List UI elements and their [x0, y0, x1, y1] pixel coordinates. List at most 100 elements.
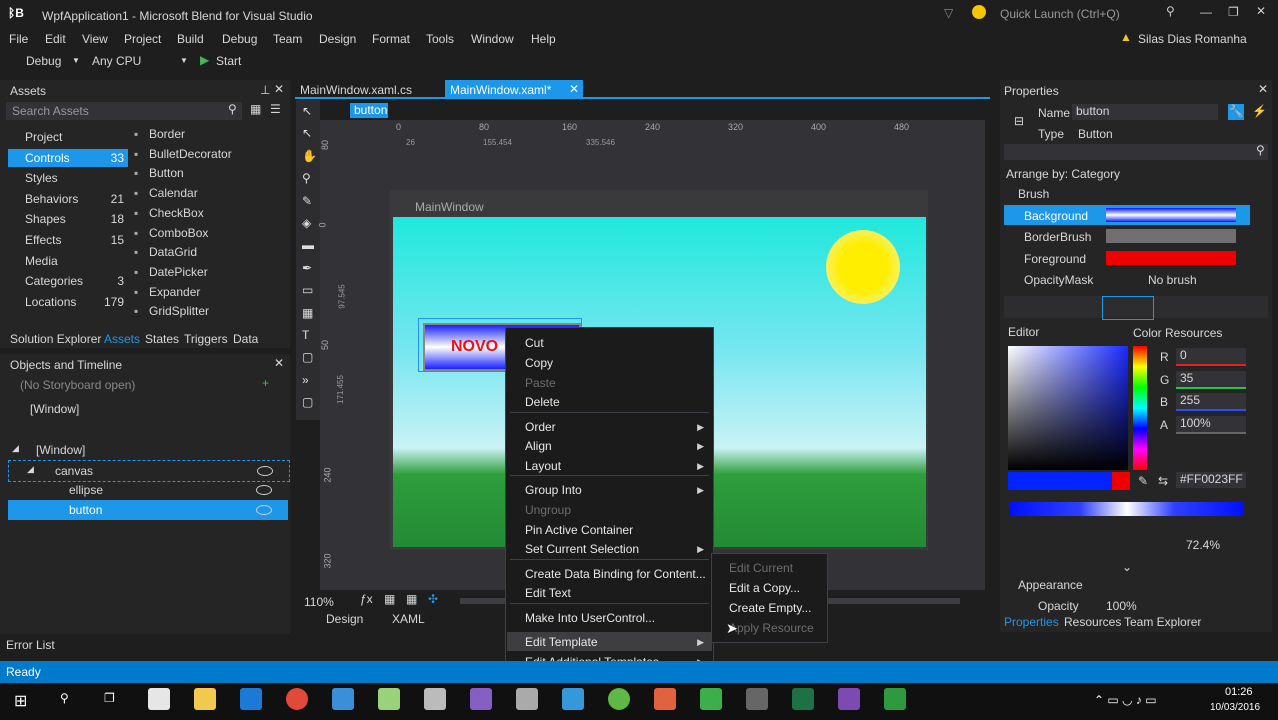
- gradient-icon[interactable]: ▬: [302, 238, 314, 252]
- asset-category[interactable]: Categories 3: [8, 272, 128, 290]
- layout-panel-icon[interactable]: ▦: [302, 306, 313, 320]
- tab-xaml[interactable]: XAML: [392, 612, 425, 626]
- submenu-item[interactable]: Create Empty...: [713, 598, 826, 617]
- asset-item[interactable]: ▪ DatePicker: [134, 263, 284, 281]
- zoom-control[interactable]: 110%: [304, 595, 334, 609]
- windows-start-icon[interactable]: ⊞: [14, 691, 27, 711]
- quick-launch-input[interactable]: Quick Launch (Ctrl+Q): [1000, 7, 1120, 21]
- control-icon[interactable]: ▢: [302, 395, 313, 409]
- menu-team[interactable]: Team: [273, 32, 302, 46]
- maximize-icon[interactable]: ❐: [1228, 5, 1239, 19]
- asset-item[interactable]: ▪ DataGrid: [134, 243, 284, 261]
- menu-help[interactable]: Help: [531, 32, 556, 46]
- grid-icon[interactable]: ▦: [384, 592, 395, 606]
- context-menu-item[interactable]: Order ▶: [507, 417, 712, 436]
- start-button[interactable]: Start: [216, 54, 241, 68]
- channel-field[interactable]: 35: [1176, 370, 1246, 389]
- tab-mainwindow-xaml[interactable]: MainWindow.xaml* ✕: [445, 80, 583, 98]
- tab-design[interactable]: Design: [326, 612, 363, 626]
- tab-mainwindow-cs[interactable]: MainWindow.xaml.cs: [300, 83, 412, 97]
- asset-category[interactable]: Styles: [8, 169, 128, 187]
- assets-icon[interactable]: »: [302, 373, 309, 387]
- context-menu-item[interactable]: Align ▶: [507, 436, 712, 455]
- camtasia-icon[interactable]: [700, 688, 722, 710]
- expand-icon[interactable]: ◢: [12, 443, 19, 454]
- task-view-icon[interactable]: ❐: [104, 691, 115, 705]
- chrome-icon[interactable]: [286, 688, 308, 710]
- asset-item[interactable]: ▪ BulletDecorator: [134, 145, 284, 163]
- asset-category[interactable]: Media: [8, 252, 128, 270]
- asset-category[interactable]: Shapes 18: [8, 210, 128, 228]
- submenu-item[interactable]: Edit a Copy...: [713, 578, 826, 597]
- play-icon[interactable]: ▶: [200, 53, 209, 67]
- ellipse-sun[interactable]: [826, 230, 900, 304]
- events-icon[interactable]: ⚡: [1252, 104, 1267, 118]
- properties-search[interactable]: ⚲: [1004, 143, 1268, 160]
- filter-icon[interactable]: ▽: [944, 6, 953, 20]
- direct-selection-icon[interactable]: ↖: [302, 126, 312, 140]
- tab-solution-explorer[interactable]: Solution Explorer: [10, 332, 101, 346]
- context-menu-item[interactable]: Delete: [507, 392, 712, 411]
- gradient-brush-tab[interactable]: [1102, 296, 1154, 320]
- snap-lines-icon[interactable]: ✣: [428, 592, 438, 606]
- search-icon[interactable]: ⚲: [60, 691, 69, 705]
- gradient-bar[interactable]: [1010, 502, 1244, 516]
- blend-icon[interactable]: [838, 688, 860, 710]
- menu-debug[interactable]: Debug: [222, 32, 257, 46]
- textblock-icon[interactable]: T: [302, 328, 309, 342]
- asset-item[interactable]: ▪ Border: [134, 125, 284, 143]
- button-control-icon[interactable]: ▢: [302, 350, 313, 364]
- close-icon[interactable]: ✕: [274, 356, 284, 370]
- menu-project[interactable]: Project: [124, 32, 161, 46]
- asset-category[interactable]: Locations 179: [8, 293, 128, 311]
- user-name[interactable]: Silas Dias Romanha: [1138, 32, 1247, 46]
- excel-icon[interactable]: [792, 688, 814, 710]
- visibility-eye-icon[interactable]: [257, 466, 273, 476]
- file-explorer-icon[interactable]: [194, 688, 216, 710]
- swap-icon[interactable]: ⇆: [1158, 474, 1168, 488]
- tree-row-button[interactable]: button: [8, 500, 288, 520]
- menu-window[interactable]: Window: [471, 32, 514, 46]
- xamarin-icon[interactable]: [562, 688, 584, 710]
- borderbrush-swatch[interactable]: [1106, 229, 1236, 243]
- tab-states[interactable]: States: [145, 332, 179, 346]
- context-menu-item[interactable]: Group Into ▶: [507, 480, 712, 499]
- tab-triggers[interactable]: Triggers: [184, 332, 228, 346]
- minimize-icon[interactable]: —: [1200, 5, 1212, 19]
- menu-format[interactable]: Format: [372, 32, 410, 46]
- app-icon[interactable]: [378, 688, 400, 710]
- calculator-icon[interactable]: [148, 688, 170, 710]
- pin-icon[interactable]: ⊥: [260, 83, 270, 97]
- close-icon[interactable]: ✕: [274, 82, 284, 96]
- context-menu-item[interactable]: Make Into UserControl...: [507, 608, 712, 627]
- wrench-icon[interactable]: 🔧: [1228, 104, 1244, 120]
- chevron-down-icon[interactable]: ⌄: [1122, 560, 1132, 574]
- visibility-eye-icon[interactable]: [256, 485, 272, 495]
- tab-assets[interactable]: Assets: [104, 332, 140, 346]
- channel-field[interactable]: 0: [1176, 348, 1246, 366]
- menu-edit[interactable]: Edit: [45, 32, 66, 46]
- close-icon[interactable]: ✕: [1256, 4, 1266, 18]
- app-icon[interactable]: [654, 688, 676, 710]
- camtasia-recorder-icon[interactable]: [884, 688, 906, 710]
- tray-icons[interactable]: ⌃ ▭ ◡ ♪ ▭: [1094, 693, 1157, 707]
- assets-search[interactable]: Search Assets ⚲: [6, 102, 242, 120]
- asset-item[interactable]: ▪ GridSplitter: [134, 302, 284, 320]
- error-list-tab[interactable]: Error List: [6, 638, 55, 652]
- gradient-percent[interactable]: 72.4%: [1186, 538, 1220, 552]
- app-icon[interactable]: [746, 688, 768, 710]
- asset-category[interactable]: Effects 15: [8, 231, 128, 249]
- color-resources-label[interactable]: Color Resources: [1133, 326, 1222, 340]
- asset-category[interactable]: Controls 33: [8, 148, 128, 167]
- context-menu-item[interactable]: Copy: [507, 353, 712, 372]
- asset-item[interactable]: ▪ Expander: [134, 283, 284, 301]
- menu-tools[interactable]: Tools: [426, 32, 454, 46]
- context-menu-item[interactable]: Layout ▶: [507, 456, 712, 475]
- grid-view-icon[interactable]: ▦: [250, 102, 261, 116]
- rectangle-icon[interactable]: ▭: [302, 283, 313, 297]
- eyedropper-icon[interactable]: ✎: [302, 194, 312, 208]
- expand-icon[interactable]: ◢: [27, 464, 34, 475]
- brush-section[interactable]: Brush: [1018, 187, 1049, 201]
- add-storyboard-icon[interactable]: +: [262, 376, 269, 390]
- hue-slider[interactable]: [1133, 346, 1147, 470]
